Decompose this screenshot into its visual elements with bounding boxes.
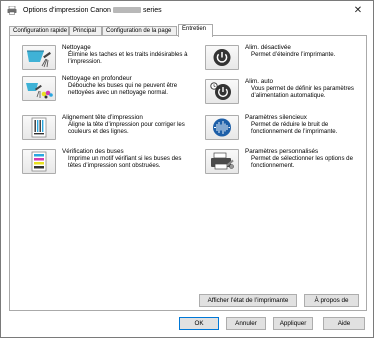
- maintenance-panel: Nettoyage Élimine les taches et les trai…: [9, 35, 367, 311]
- power-off-description: Permet d’éteindre l’imprimante.: [251, 51, 336, 58]
- auto-power-icon: [210, 82, 231, 100]
- quiet-settings-button[interactable]: [205, 115, 239, 140]
- window-title-prefix: Options d’impression Canon: [23, 7, 111, 14]
- deep-cleaning-title: Nettoyage en profondeur: [62, 75, 132, 82]
- head-alignment-title: Alignement tête d’impression: [62, 114, 143, 121]
- nozzle-check-button[interactable]: [22, 149, 56, 174]
- head-alignment-description: Aligne la tête d’impression pour corrige…: [68, 121, 185, 136]
- title-bar: Options d’impression Canon series ✕: [1, 1, 373, 21]
- help-button[interactable]: Aide: [323, 317, 365, 330]
- window-title: Options d’impression Canon series: [23, 7, 162, 14]
- about-button[interactable]: À propos de: [304, 294, 359, 307]
- redacted-model-name: [112, 7, 141, 14]
- quiet-settings-description: Permet de réduire le bruit de fonctionne…: [251, 121, 338, 136]
- apply-button[interactable]: Appliquer: [273, 317, 313, 330]
- custom-settings-title: Paramètres personnalisés: [245, 148, 319, 155]
- power-off-item[interactable]: Alim. désactivée Permet d’éteindre l’imp…: [205, 44, 365, 73]
- custom-settings-icon: [211, 152, 234, 170]
- deep-cleaning-description: Débouche les buses qui ne peuvent être n…: [68, 82, 178, 97]
- deep-cleaning-icon: [26, 83, 53, 99]
- quiet-settings-item[interactable]: Paramètres silencieux Permet de réduire …: [205, 114, 365, 143]
- power-off-title: Alim. désactivée: [245, 44, 291, 51]
- nozzle-check-item[interactable]: Vérification des buses Imprime un motif …: [22, 148, 197, 177]
- head-alignment-item[interactable]: Alignement tête d’impression Aligne la t…: [22, 114, 197, 143]
- custom-settings-button[interactable]: [205, 149, 239, 174]
- cancel-button[interactable]: Annuler: [226, 317, 266, 330]
- custom-settings-description: Permet de sélectionner les options de fo…: [251, 155, 353, 170]
- printer-app-icon: [7, 5, 17, 15]
- nozzle-check-description: Imprime un motif vérifiant si les buses …: [68, 155, 182, 170]
- nozzle-check-icon: [31, 151, 47, 172]
- cleaning-description: Élimine les taches et les traits indésir…: [68, 51, 188, 66]
- ok-button[interactable]: OK: [179, 317, 219, 330]
- quiet-settings-title: Paramètres silencieux: [245, 114, 307, 121]
- deep-cleaning-item[interactable]: Nettoyage en profondeur Débouche les bus…: [22, 75, 197, 104]
- tab-entretien[interactable]: Entretien: [178, 24, 213, 37]
- window-title-suffix: series: [142, 7, 162, 14]
- auto-power-title: Alim. auto: [245, 78, 273, 85]
- deep-cleaning-button[interactable]: [22, 76, 56, 101]
- head-alignment-button[interactable]: [22, 115, 56, 140]
- custom-settings-item[interactable]: Paramètres personnalisés Permet de sélec…: [205, 148, 365, 177]
- cleaning-icon: [27, 50, 51, 68]
- print-options-window: Options d’impression Canon series ✕ Confi…: [0, 0, 374, 338]
- auto-power-button[interactable]: [205, 79, 239, 104]
- cleaning-item[interactable]: Nettoyage Élimine les taches et les trai…: [22, 44, 197, 73]
- cleaning-title: Nettoyage: [62, 44, 91, 51]
- power-off-icon: [213, 49, 231, 66]
- auto-power-description: Vous permet de définir les paramètres d’…: [251, 85, 354, 100]
- close-button[interactable]: ✕: [347, 3, 369, 19]
- quiet-settings-icon: [213, 118, 231, 137]
- cleaning-button[interactable]: [22, 45, 56, 70]
- show-printer-status-button[interactable]: Afficher l’état de l’imprimante: [199, 294, 297, 307]
- nozzle-check-title: Vérification des buses: [62, 148, 124, 155]
- head-alignment-icon: [31, 117, 47, 138]
- auto-power-item[interactable]: Alim. auto Vous permet de définir les pa…: [205, 78, 365, 107]
- power-off-button[interactable]: [205, 45, 239, 70]
